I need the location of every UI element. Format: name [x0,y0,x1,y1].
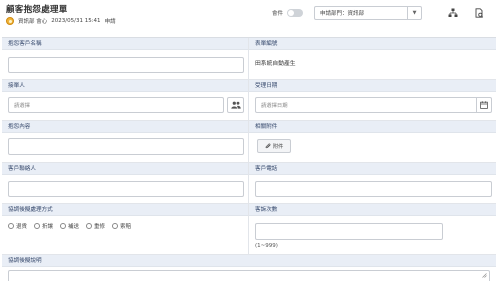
receiver-input[interactable]: 請選擇 [8,97,224,113]
document-settings-icon[interactable] [474,8,484,18]
radio-circle [60,223,67,229]
receive-date-input[interactable]: 請選擇日期 [255,97,492,113]
customer-name-label: 抱怨客戶名稱 [2,38,248,50]
apply-datetime: 2023/05/31 15:41 [51,17,101,24]
radio-circle [8,223,14,229]
complaint-content-input[interactable] [8,138,244,155]
form-number-value: 田系統自動產生 [255,61,296,67]
radio-option-resend[interactable]: 補送 [60,222,79,230]
negotiation-method-options: 退貨 折讓 補送 重修 索賠 [2,216,248,254]
radio-option-discount[interactable]: 折讓 [34,222,53,230]
complaint-count-input[interactable] [255,223,443,240]
form-header: 顧客抱怨處理單 資訊部 會心 2023/05/31 15:41 申請 會件 申請… [0,0,500,32]
radio-option-label: 退貨 [16,224,28,230]
negotiation-notes-textarea[interactable] [8,270,490,281]
resize-handle-icon[interactable] [482,273,487,278]
dept-select[interactable]: 申請部門：資訊部 ▼ [314,6,422,20]
phone-input[interactable] [255,181,492,197]
form-row-6: 協調後擬說明 [2,255,496,281]
countersign-label: 會件 [272,11,284,17]
contact-person-cell: 客戶聯絡人 [2,163,249,203]
complaint-count-label: 客訴次數 [249,204,496,216]
form-number-label: 表單編號 [249,38,496,50]
dept-select-value: 申請部門：資訊部 [320,11,365,17]
toggle-knob [288,10,295,16]
receiver-placeholder: 請選擇 [14,103,30,109]
countersign-toggle-group: 會件 [272,9,304,17]
paperclip-icon [265,143,271,148]
attach-button[interactable]: 附件 [257,139,291,153]
chevron-down-icon[interactable]: ▼ [407,7,421,19]
radio-option-claim[interactable]: 索賠 [112,222,131,230]
avatar [6,16,14,25]
negotiation-method-label: 協調後擬處理方式 [2,204,248,216]
complaint-content-cell: 抱怨內容 [2,121,249,162]
radio-option-label: 補送 [68,224,80,230]
complaint-content-label: 抱怨內容 [2,121,248,133]
radio-option-label: 索賠 [120,224,132,230]
applicant-info: 資訊部 會心 2023/05/31 15:41 申請 [6,16,120,25]
radio-circle [86,223,93,229]
attach-button-label: 附件 [272,144,284,150]
receiver-cell: 接單人 請選擇 [2,80,249,120]
attachments-label: 相關附件 [249,121,496,133]
complaint-count-hint: (1~999) [255,243,278,249]
countersign-toggle[interactable] [287,9,304,17]
radio-circle [34,223,41,229]
radio-option-label: 折讓 [42,224,54,230]
page-title: 顧客抱怨處理單 [6,5,68,15]
contact-person-input[interactable] [8,181,244,197]
customer-name-cell: 抱怨客戶名稱 [2,38,249,79]
customer-name-input[interactable] [8,57,244,73]
radio-group: 退貨 折讓 補送 重修 索賠 [8,222,138,230]
receiver-label: 接單人 [2,80,248,92]
calendar-button[interactable] [476,98,491,112]
phone-cell: 客戶電話 [249,163,496,203]
contacts-icon [230,101,241,109]
receive-date-cell: 受理日期 請選擇日期 [249,80,496,120]
form-number-cell: 表單編號 田系統自動產生 [249,38,496,79]
form-row-1: 抱怨客戶名稱 表單編號 田系統自動產生 [2,38,496,79]
form-row-3: 抱怨內容 相關附件 附件 [2,121,496,162]
radio-option-repair[interactable]: 重修 [86,222,105,230]
form-row-2: 接單人 請選擇 受理日期 請選擇日期 [2,80,496,120]
receive-date-label: 受理日期 [249,80,496,92]
receive-date-placeholder: 請選擇日期 [261,103,288,109]
form-row-4: 客戶聯絡人 客戶電話 [2,163,496,203]
contacts-button[interactable] [227,97,244,113]
radio-circle [112,223,119,229]
calendar-icon [480,101,488,109]
contact-person-label: 客戶聯絡人 [2,163,248,175]
org-chart-icon[interactable] [448,8,458,18]
negotiation-method-cell: 協調後擬處理方式 退貨 折讓 補送 重修 索賠 [2,204,249,254]
radio-option-label: 重修 [94,224,106,230]
negotiation-notes-label: 協調後擬說明 [2,255,496,267]
attachments-cell: 相關附件 附件 [249,121,496,162]
radio-option-return[interactable]: 退貨 [8,222,27,230]
status-badge: 申請 [104,18,116,25]
negotiation-notes-cell: 協調後擬說明 [2,255,496,281]
applicant-name: 資訊部 會心 [18,18,48,25]
complaint-form: 抱怨客戶名稱 表單編號 田系統自動產生 接單人 請選擇 受理日期 請選擇日期 抱… [2,37,496,281]
form-row-5: 協調後擬處理方式 退貨 折讓 補送 重修 索賠 客訴次數 (1~999) [2,204,496,254]
phone-label: 客戶電話 [249,163,496,175]
complaint-count-cell: 客訴次數 (1~999) [249,204,496,254]
